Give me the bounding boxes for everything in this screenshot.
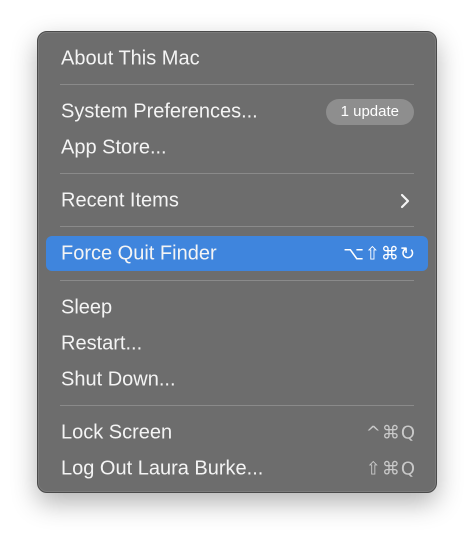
- menu-item-label: Sleep: [61, 296, 113, 318]
- menu-item-shut-down[interactable]: Shut Down...: [46, 362, 428, 397]
- menu-separator: [60, 84, 414, 85]
- menu-item-about-this-mac[interactable]: About This Mac: [46, 41, 428, 76]
- menu-item-label: System Preferences...: [61, 100, 258, 122]
- menu-item-recent-items[interactable]: Recent Items: [46, 183, 428, 218]
- apple-menu: About This Mac System Preferences... 1 u…: [37, 31, 437, 493]
- menu-item-system-preferences[interactable]: System Preferences... 1 update: [46, 94, 428, 129]
- menu-item-label: About This Mac: [61, 47, 200, 69]
- update-badge: 1 update: [325, 98, 414, 125]
- menu-item-lock-screen[interactable]: Lock Screen ^⌘Q: [46, 415, 428, 450]
- menu-separator: [60, 226, 414, 227]
- menu-item-force-quit-finder[interactable]: Force Quit Finder ⌥⇧⌘↻: [46, 236, 428, 271]
- menu-item-log-out[interactable]: Log Out Laura Burke... ⇧⌘Q: [46, 451, 428, 486]
- menu-item-label: Restart...: [61, 332, 143, 354]
- keyboard-shortcut: ⌥⇧⌘↻: [343, 243, 416, 264]
- menu-item-label: Force Quit Finder: [61, 242, 217, 264]
- menu-item-label: Shut Down...: [61, 368, 176, 390]
- menu-item-label: Recent Items: [61, 189, 179, 211]
- menu-item-sleep[interactable]: Sleep: [46, 290, 428, 325]
- menu-item-label: Log Out Laura Burke...: [61, 457, 264, 479]
- menu-item-label: App Store...: [61, 136, 167, 158]
- keyboard-shortcut: ⇧⌘Q: [365, 458, 416, 479]
- menu-separator: [60, 173, 414, 174]
- keyboard-shortcut: ^⌘Q: [365, 422, 416, 443]
- chevron-right-icon: [400, 193, 410, 208]
- menu-separator: [60, 405, 414, 406]
- menu-item-label: Lock Screen: [61, 421, 173, 443]
- menu-separator: [60, 280, 414, 281]
- menu-item-app-store[interactable]: App Store...: [46, 130, 428, 165]
- menu-item-restart[interactable]: Restart...: [46, 326, 428, 361]
